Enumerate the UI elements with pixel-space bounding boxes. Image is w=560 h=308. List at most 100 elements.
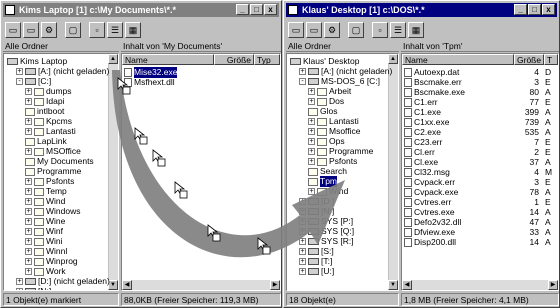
- details-view-icon[interactable]: ▦: [125, 22, 141, 38]
- scroll-left-icon[interactable]: ◀: [402, 280, 412, 290]
- list-hscrollbar[interactable]: ◀ ▶: [122, 280, 280, 290]
- drive-icon: [7, 58, 18, 65]
- list-hscrollbar[interactable]: ◀ ▶: [402, 280, 558, 290]
- left-title-bar[interactable]: Kims Laptop [1] c:\My Documents\*.* _ □ …: [3, 3, 279, 17]
- drive-icon: [308, 248, 319, 255]
- column-size[interactable]: Größe: [214, 54, 254, 65]
- column-name[interactable]: Name: [122, 54, 214, 65]
- scroll-right-icon[interactable]: ▶: [270, 280, 280, 290]
- file-icon: [404, 178, 412, 187]
- scroll-left-icon[interactable]: ◀: [122, 280, 132, 290]
- expand-icon[interactable]: +: [25, 178, 32, 185]
- file-icon: [124, 78, 132, 87]
- file-list-header: Name Größe T: [402, 54, 558, 65]
- folder-icon: [34, 197, 44, 206]
- expand-icon[interactable]: +: [25, 238, 32, 245]
- expand-icon[interactable]: +: [25, 198, 32, 205]
- folder-icon: [34, 147, 44, 156]
- list-view-icon[interactable]: ☰: [390, 22, 406, 38]
- column-type[interactable]: T: [544, 54, 558, 65]
- details-view-icon[interactable]: ▦: [408, 22, 424, 38]
- expand-icon[interactable]: +: [308, 158, 315, 165]
- expand-icon[interactable]: +: [25, 188, 32, 195]
- drive-icon: [25, 278, 36, 285]
- expand-icon[interactable]: +: [299, 228, 306, 235]
- tree-scrollbar[interactable]: ▲ ▼: [388, 54, 398, 290]
- disconnect-drive-icon[interactable]: ▭: [23, 22, 39, 38]
- scroll-up-icon[interactable]: ▲: [108, 54, 118, 64]
- drive-icon: [308, 198, 319, 205]
- column-type[interactable]: Typ: [254, 54, 280, 65]
- expand-icon[interactable]: +: [299, 68, 306, 75]
- expand-icon[interactable]: +: [25, 128, 32, 135]
- map-drive-icon[interactable]: ▭: [288, 22, 304, 38]
- expand-icon[interactable]: +: [299, 268, 306, 275]
- expand-icon[interactable]: +: [16, 278, 23, 285]
- left-folder-tree: ▲ ▼ Kims Laptop + [A:] (nicht geladen) - [C:…: [3, 53, 119, 291]
- maximize-button[interactable]: □: [250, 4, 263, 15]
- scroll-up-icon[interactable]: ▲: [388, 54, 398, 64]
- maximize-button[interactable]: □: [528, 4, 541, 15]
- expand-icon[interactable]: +: [308, 188, 315, 195]
- folder-icon: [34, 127, 44, 136]
- tree-scrollbar[interactable]: ▲ ▼: [108, 54, 118, 290]
- up-folder-icon[interactable]: ▢: [65, 22, 81, 38]
- collapse-icon[interactable]: -: [299, 78, 306, 85]
- tree-item[interactable]: + [U:]: [299, 266, 334, 277]
- expand-icon[interactable]: +: [308, 88, 315, 95]
- column-size[interactable]: Größe: [514, 54, 544, 65]
- expand-icon[interactable]: +: [299, 248, 306, 255]
- expand-icon[interactable]: +: [299, 198, 306, 205]
- drive-icon: [290, 58, 301, 65]
- close-button[interactable]: x: [542, 4, 555, 15]
- file-name: Disp200.dll: [414, 237, 457, 247]
- scroll-down-icon[interactable]: ▼: [388, 280, 398, 290]
- folder-icon: [34, 217, 44, 226]
- expand-icon[interactable]: +: [299, 208, 306, 215]
- tree-item[interactable]: + [N:]: [16, 286, 51, 290]
- minimize-button[interactable]: _: [514, 4, 527, 15]
- expand-icon[interactable]: +: [308, 98, 315, 105]
- map-drive-icon[interactable]: ▭: [5, 22, 21, 38]
- expand-icon[interactable]: +: [25, 248, 32, 255]
- column-name[interactable]: Name: [402, 54, 514, 65]
- right-window-title: Klaus' Desktop [1] c:\DOS\*.*: [302, 5, 425, 15]
- expand-icon[interactable]: +: [299, 218, 306, 225]
- folder-icon: [34, 117, 44, 126]
- large-icons-icon[interactable]: ▫: [372, 22, 388, 38]
- expand-icon[interactable]: +: [25, 268, 32, 275]
- folder-icon: [317, 87, 327, 96]
- large-icons-icon[interactable]: ▫: [89, 22, 105, 38]
- expand-icon[interactable]: +: [25, 228, 32, 235]
- expand-icon[interactable]: +: [25, 88, 32, 95]
- file-row[interactable]: Disp200.dll 14 A: [404, 237, 556, 248]
- network-icon[interactable]: ⚙: [324, 22, 340, 38]
- expand-icon[interactable]: +: [16, 288, 23, 290]
- expand-icon[interactable]: +: [308, 118, 315, 125]
- expand-icon[interactable]: +: [25, 118, 32, 125]
- network-icon[interactable]: ⚙: [41, 22, 57, 38]
- expand-icon[interactable]: +: [299, 258, 306, 265]
- expand-icon[interactable]: +: [308, 148, 315, 155]
- list-view-icon[interactable]: ☰: [107, 22, 123, 38]
- file-icon: [404, 108, 412, 117]
- scroll-right-icon[interactable]: ▶: [548, 280, 558, 290]
- expand-icon[interactable]: +: [25, 208, 32, 215]
- disconnect-drive-icon[interactable]: ▭: [306, 22, 322, 38]
- expand-icon[interactable]: +: [308, 138, 315, 145]
- close-button[interactable]: x: [264, 4, 277, 15]
- minimize-button[interactable]: _: [236, 4, 249, 15]
- expand-icon[interactable]: +: [25, 148, 32, 155]
- expand-icon[interactable]: +: [25, 258, 32, 265]
- expand-icon[interactable]: +: [299, 238, 306, 245]
- collapse-icon[interactable]: -: [16, 78, 23, 85]
- expand-icon[interactable]: +: [16, 68, 23, 75]
- right-title-bar[interactable]: Klaus' Desktop [1] c:\DOS\*.* _ □ x: [286, 3, 557, 17]
- up-folder-icon[interactable]: ▢: [348, 22, 364, 38]
- expand-icon[interactable]: +: [25, 98, 32, 105]
- expand-icon[interactable]: +: [308, 128, 315, 135]
- expand-icon[interactable]: +: [25, 218, 32, 225]
- file-icon: [404, 208, 412, 217]
- file-row[interactable]: Msfhext.dll: [124, 77, 278, 88]
- file-list-header: Name Größe Typ: [122, 54, 280, 65]
